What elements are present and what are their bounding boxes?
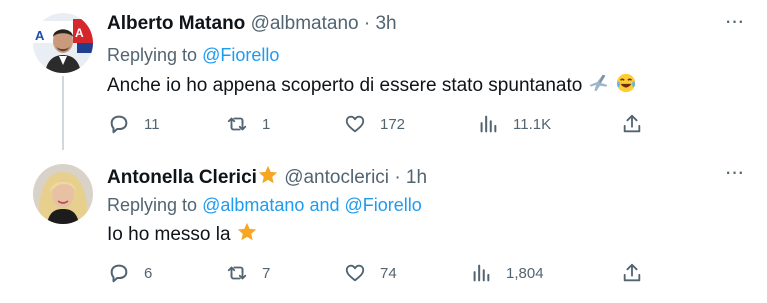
like-count: 172: [380, 115, 406, 133]
thread-connector-line: [62, 76, 64, 150]
views-button[interactable]: 11.1K: [477, 111, 551, 137]
tweet-header: Antonella Clerici @antoclerici · 1h: [107, 164, 427, 192]
mention-link[interactable]: @Fiorello: [202, 45, 279, 65]
more-options-icon[interactable]: ···: [723, 161, 745, 189]
airplane-emoji-icon: [588, 72, 610, 101]
like-count: 74: [380, 264, 397, 282]
heart-icon: [345, 264, 365, 282]
reply-button[interactable]: 6: [108, 260, 152, 286]
retweet-icon: [227, 266, 247, 280]
retweet-button[interactable]: 7: [226, 260, 270, 286]
retweet-count: 1: [262, 115, 271, 133]
star-badge-icon: [257, 164, 279, 192]
svg-text:A: A: [35, 28, 45, 43]
share-icon: [623, 114, 641, 133]
tweet-actions: 11 1 172 11.1K: [104, 111, 647, 137]
tweet-text: Io ho messo la: [107, 221, 258, 250]
replying-prefix: Replying to: [107, 195, 198, 215]
analytics-icon: [473, 264, 490, 282]
tweet-antonella-clerici[interactable]: Antonella Clerici @antoclerici · 1h ··· …: [0, 150, 767, 303]
views-button[interactable]: 1,804: [470, 260, 544, 286]
replying-prefix: Replying to: [107, 45, 198, 65]
tweet-body: Anche io ho appena scoperto di essere st…: [107, 75, 583, 96]
mention-link[interactable]: @Fiorello: [345, 195, 422, 215]
user-handle[interactable]: @antoclerici: [284, 167, 389, 188]
tweet-alberto-matano[interactable]: A A Alberto Matano @albmatano · 3h ··· R…: [0, 0, 767, 150]
reply-button[interactable]: 11: [108, 111, 160, 137]
user-handle[interactable]: @albmatano: [251, 13, 359, 34]
tweet-body: Io ho messo la: [107, 224, 231, 245]
view-count: 1,804: [506, 264, 544, 282]
display-name[interactable]: Alberto Matano: [107, 13, 245, 34]
separator: ·: [363, 13, 371, 34]
reply-icon: [110, 115, 128, 134]
like-button[interactable]: 74: [344, 260, 397, 286]
reply-icon: [110, 264, 128, 283]
retweet-button[interactable]: 1: [226, 111, 270, 137]
share-icon: [623, 263, 641, 282]
tweet-header: Alberto Matano @albmatano · 3h: [107, 13, 397, 35]
reply-count: 6: [144, 264, 153, 282]
star-emoji-icon: [236, 221, 258, 250]
display-name[interactable]: Antonella Clerici: [107, 167, 257, 188]
retweet-count: 7: [262, 264, 271, 282]
share-button[interactable]: [621, 260, 645, 286]
tweet-text: Anche io ho appena scoperto di essere st…: [107, 72, 637, 101]
avatar[interactable]: [33, 164, 93, 224]
timestamp[interactable]: 3h: [375, 13, 396, 34]
heart-icon: [345, 115, 365, 133]
avatar[interactable]: A A: [33, 13, 93, 73]
reply-count: 11: [144, 115, 160, 133]
like-button[interactable]: 172: [344, 111, 405, 137]
svg-text:A: A: [75, 26, 84, 40]
mention-link[interactable]: @albmatano: [202, 195, 304, 215]
share-button[interactable]: [621, 111, 645, 137]
timestamp[interactable]: 1h: [406, 167, 427, 188]
separator: ·: [394, 167, 401, 188]
replying-to: Replying to @Fiorello: [107, 44, 279, 66]
tears-of-joy-emoji-icon: [615, 72, 637, 101]
analytics-icon: [480, 115, 497, 133]
retweet-icon: [227, 117, 247, 131]
view-count: 11.1K: [513, 115, 552, 133]
more-options-icon[interactable]: ···: [723, 10, 745, 38]
replying-to: Replying to @albmatano and @Fiorello: [107, 194, 422, 216]
mention-joiner: and: [309, 195, 340, 215]
tweet-actions: 6 7 74 1,804: [104, 260, 647, 286]
